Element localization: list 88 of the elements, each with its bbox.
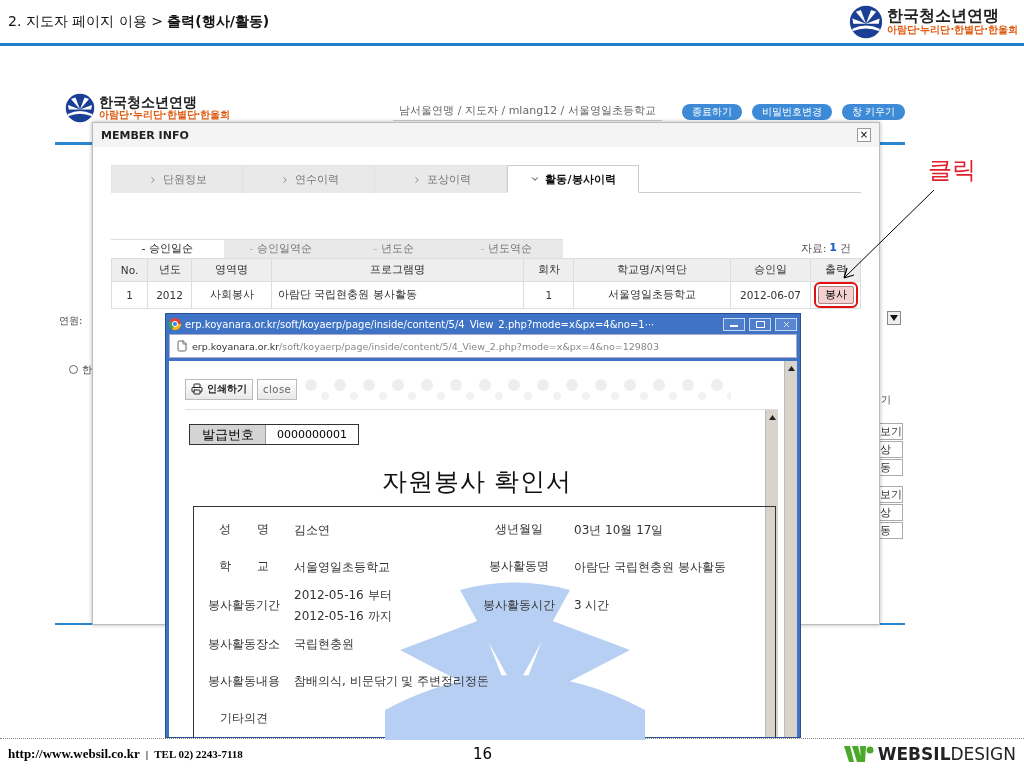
field-label: 봉사활동기간 (207, 597, 281, 615)
table-cell: 사회봉사 (191, 281, 272, 309)
document-title: 자원봉사 확인서 (380, 466, 574, 499)
page-number: 16 (472, 744, 493, 763)
column-heading: 기 (881, 393, 891, 407)
callout-text: 클릭 (928, 155, 976, 186)
field-value: 김소연 (294, 521, 331, 539)
page-icon (176, 340, 188, 352)
print-button[interactable]: 인쇄하기 (185, 378, 253, 400)
table-cell: 서울영일초등학교 (573, 281, 731, 309)
dash-icon (481, 248, 484, 250)
logo-emblem-icon (65, 93, 95, 123)
sort-tab[interactable]: 승인일역순 (224, 239, 337, 258)
site-button[interactable]: 비밀번호변경 (751, 104, 832, 120)
printer-icon (191, 383, 203, 395)
sort-tab[interactable]: 년도역순 (450, 239, 563, 258)
column-header: 회차 (523, 258, 574, 282)
radio-button[interactable] (69, 365, 78, 374)
tab[interactable]: 단원정보 (111, 165, 243, 193)
logo-name: 한국청소년연맹 (99, 95, 197, 111)
close-button[interactable]: × (857, 128, 871, 142)
close-button[interactable]: close (257, 378, 298, 400)
maximize-icon[interactable] (749, 317, 771, 331)
field-value: 참배의식, 비문닦기 및 주변정리정돈 (294, 673, 491, 691)
logo-emblem-icon (848, 4, 883, 39)
tab[interactable]: 연수이력 (243, 165, 375, 193)
site-breadcrumb: 남서울연맹 / 지도자 / mlang12 / 서울영일초등학교 (393, 103, 662, 121)
address-bar[interactable]: erp.koyanara.or.kr/soft/koyaerp/page/inside/content/5/4_View_2.php?mode=x&px=4&no=129803 (169, 334, 797, 358)
separator: | (145, 747, 149, 760)
issue-label: 발급번호 (190, 425, 266, 445)
logo-subtitle: 아람단·누리단·한별단·한울회 (99, 110, 231, 121)
field-label: 연원: (59, 314, 83, 328)
dash-icon (142, 248, 145, 250)
issue-number: 0000000001 (276, 427, 348, 444)
field-label: 기타의견 (219, 710, 269, 727)
radio-label: 한 (82, 363, 92, 377)
field-value: 아람단 국립현충원 봉사활동 (574, 558, 727, 576)
dialog-title: MEMBER INFO (101, 128, 189, 142)
scroll-up-icon[interactable] (786, 364, 796, 373)
logo-subtitle: 아람단·누리단·한별단·한울회 (886, 24, 1018, 36)
window-title: erp.koyanara.or.kr/soft/koyaerp/page/inside/content/5/4_View_2.php?mode=x&px=4&no=1··· (185, 318, 656, 330)
brand-logo-icon (843, 745, 874, 762)
browser-logo-icon (169, 318, 181, 330)
field-value: 2012-05-16 부터 2012-05-16 까지 (294, 587, 393, 625)
breadcrumb: 2. 지도자 페이지 이용 > 출력(행사/활동) (8, 12, 270, 31)
count-unit: 건 (840, 241, 851, 256)
field-label: 생년월일 (494, 521, 544, 539)
site-button[interactable]: 종료하기 (681, 104, 742, 120)
brand-name: WEBSILDESIGN (877, 743, 1016, 764)
column-header: 출력 (810, 258, 861, 282)
scrollbar[interactable] (784, 361, 797, 737)
chevron-down-icon (530, 174, 541, 184)
column-header: 년도 (147, 258, 192, 282)
field-label: 봉사활동명 (488, 558, 550, 576)
field-value: 03년 10월 17일 (574, 521, 665, 539)
url-text: erp.koyanara.or.kr/soft/koyaerp/page/inside/content/5/4_View_2.php?mode=x&px=4&no=129803 (192, 340, 659, 352)
table-cell: 2012 (147, 281, 192, 309)
table-cell: 1 (523, 281, 574, 309)
minimize-icon[interactable] (723, 317, 745, 331)
field-label: 봉사활동장소 (207, 636, 281, 653)
dash-icon (249, 248, 253, 250)
close-icon[interactable] (775, 317, 797, 331)
scroll-up-icon[interactable] (767, 413, 777, 422)
field-value: 3 시간 (574, 597, 611, 615)
table-cell: 1 (111, 281, 148, 309)
tab[interactable]: 포상이력 (375, 165, 507, 193)
count-label: 자료: (800, 241, 827, 256)
field-label: 봉사활동시간 (482, 597, 556, 615)
phone-number: TEL 02) 2243-7118 (154, 747, 243, 760)
dash-icon (373, 248, 377, 250)
field-label: 성 명 (218, 521, 270, 539)
column-header: No. (111, 258, 148, 282)
table-cell: 아람단 국립현충원 봉사활동 (271, 281, 524, 309)
tab[interactable]: 활동/봉사이력 (507, 165, 639, 193)
table-cell: 2012-06-07 (730, 281, 811, 309)
count-value: 1 (829, 241, 837, 256)
field-label: 봉사활동내용 (207, 673, 281, 690)
column-header: 영역명 (191, 258, 272, 282)
field-value: 국립현충원 (294, 636, 355, 654)
column-header: 학교명/지역단 (573, 258, 731, 282)
field-value: 서울영일초등학교 (294, 558, 391, 576)
site-button[interactable]: 창 키우기 (841, 104, 905, 120)
field-label: 학 교 (218, 558, 270, 576)
website-url: http://www.websil.co.kr (8, 745, 140, 762)
sort-tab[interactable]: 년도순 (337, 239, 450, 258)
column-header: 프로그램명 (271, 258, 524, 282)
column-header: 승인일 (730, 258, 811, 282)
logo-name: 한국청소년연맹 (886, 7, 999, 25)
